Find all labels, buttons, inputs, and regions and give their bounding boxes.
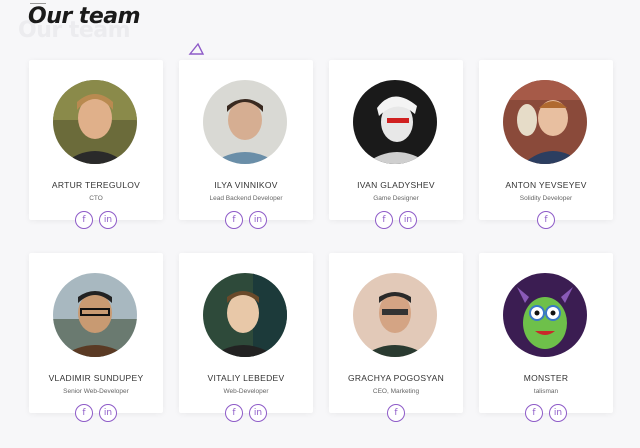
team-member-card: VITALIY LEBEDEV Web-Developer f in bbox=[179, 253, 313, 422]
social-links: f bbox=[329, 404, 463, 422]
member-role: CEO, Marketing bbox=[372, 388, 420, 395]
member-role: Solidity Developer bbox=[519, 195, 573, 202]
facebook-icon[interactable]: f bbox=[537, 211, 555, 229]
linkedin-icon[interactable]: in bbox=[399, 211, 417, 229]
team-member-card: VLADIMIR SUNDUPEY Senior Web-Developer f in bbox=[29, 253, 163, 422]
avatar bbox=[353, 80, 437, 164]
avatar bbox=[203, 273, 287, 357]
social-links: f bbox=[479, 211, 613, 229]
avatar bbox=[503, 273, 587, 357]
member-name: ILYA VINNIKOV bbox=[214, 180, 278, 190]
member-name: ANTON YEVSEYEV bbox=[505, 180, 587, 190]
team-grid: ARTUR TEREGULOV CTO f in ILYA VINNIKOV Lead B… bbox=[0, 0, 640, 448]
member-name: VITALIY LEBEDEV bbox=[207, 373, 285, 383]
team-member-card: ANTON YEVSEYEV Solidity Developer f bbox=[479, 60, 613, 229]
member-name: MONSTER bbox=[523, 373, 569, 383]
social-links: f in bbox=[179, 211, 313, 229]
member-role: Senior Web-Developer bbox=[63, 388, 129, 395]
avatar bbox=[203, 80, 287, 164]
linkedin-icon[interactable]: in bbox=[99, 211, 117, 229]
team-member-card: IVAN GLADYSHEV Game Designer f in bbox=[329, 60, 463, 229]
linkedin-icon[interactable]: in bbox=[249, 404, 267, 422]
team-member-card: ARTUR TEREGULOV CTO f in bbox=[29, 60, 163, 229]
member-name: GRACHYA POGOSYAN bbox=[347, 373, 445, 383]
avatar bbox=[503, 80, 587, 164]
linkedin-icon[interactable]: in bbox=[99, 404, 117, 422]
social-links: f in bbox=[479, 404, 613, 422]
team-member-card: ILYA VINNIKOV Lead Backend Developer f in bbox=[179, 60, 313, 229]
linkedin-icon[interactable]: in bbox=[549, 404, 567, 422]
facebook-icon[interactable]: f bbox=[525, 404, 543, 422]
facebook-icon[interactable]: f bbox=[225, 211, 243, 229]
member-name: VLADIMIR SUNDUPEY bbox=[48, 373, 144, 383]
facebook-icon[interactable]: f bbox=[75, 404, 93, 422]
member-name: IVAN GLADYSHEV bbox=[357, 180, 435, 190]
member-name: ARTUR TEREGULOV bbox=[51, 180, 141, 190]
avatar bbox=[53, 80, 137, 164]
team-member-card: GRACHYA POGOSYAN CEO, Marketing f bbox=[329, 253, 463, 422]
team-member-card: MONSTER talisman f in bbox=[479, 253, 613, 422]
facebook-icon[interactable]: f bbox=[75, 211, 93, 229]
social-links: f in bbox=[179, 404, 313, 422]
avatar bbox=[53, 273, 137, 357]
facebook-icon[interactable]: f bbox=[387, 404, 405, 422]
social-links: f in bbox=[29, 404, 163, 422]
member-role: CTO bbox=[89, 195, 103, 202]
social-links: f in bbox=[329, 211, 463, 229]
member-role: talisman bbox=[533, 388, 559, 395]
member-role: Game Designer bbox=[373, 195, 419, 202]
avatar bbox=[353, 273, 437, 357]
facebook-icon[interactable]: f bbox=[225, 404, 243, 422]
member-role: Web-Developer bbox=[223, 388, 269, 395]
linkedin-icon[interactable]: in bbox=[249, 211, 267, 229]
social-links: f in bbox=[29, 211, 163, 229]
member-role: Lead Backend Developer bbox=[209, 195, 283, 202]
facebook-icon[interactable]: f bbox=[375, 211, 393, 229]
